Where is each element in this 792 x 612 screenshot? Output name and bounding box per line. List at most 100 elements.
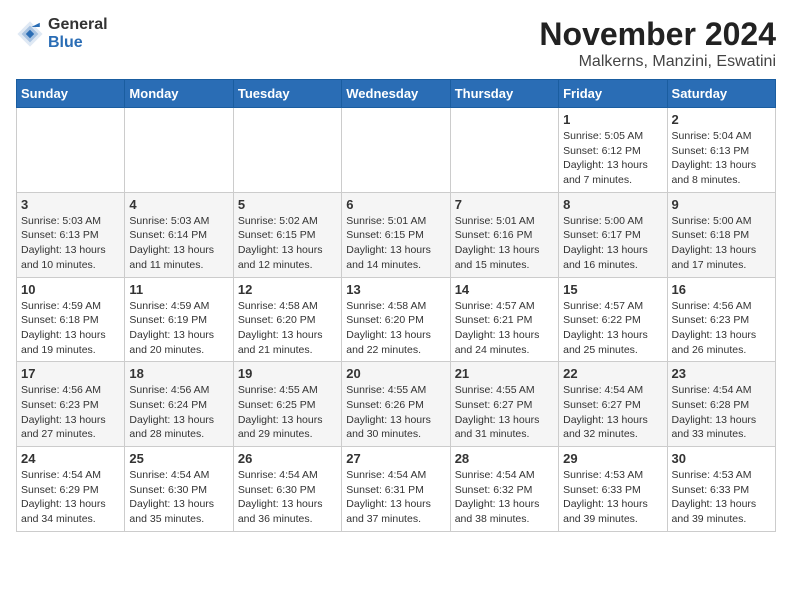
calendar-cell bbox=[450, 108, 558, 193]
cell-sun-info: Sunrise: 5:00 AM Sunset: 6:18 PM Dayligh… bbox=[672, 214, 771, 273]
calendar-cell: 26 Sunrise: 4:54 AM Sunset: 6:30 PM Dayli… bbox=[233, 447, 341, 532]
cell-date-number: 16 bbox=[672, 282, 771, 297]
cell-date-number: 4 bbox=[129, 197, 228, 212]
calendar-body: 1 Sunrise: 5:05 AM Sunset: 6:12 PM Daylig… bbox=[17, 108, 776, 532]
calendar-table: SundayMondayTuesdayWednesdayThursdayFrid… bbox=[16, 79, 776, 532]
calendar-cell: 24Sunrise: 4:54 AM Sunset: 6:29 PM Dayli… bbox=[17, 447, 125, 532]
cell-sun-info: Sunrise: 5:05 AM Sunset: 6:12 PM Dayligh… bbox=[563, 129, 662, 188]
calendar-cell: 8Sunrise: 5:00 AM Sunset: 6:17 PM Daylig… bbox=[559, 192, 667, 277]
calendar-cell: 9 Sunrise: 5:00 AM Sunset: 6:18 PM Daylig… bbox=[667, 192, 775, 277]
cell-date-number: 5 bbox=[238, 197, 337, 212]
cell-date-number: 29 bbox=[563, 451, 662, 466]
calendar-cell: 13 Sunrise: 4:58 AM Sunset: 6:20 PM Dayli… bbox=[342, 277, 450, 362]
weekday-header-thursday: Thursday bbox=[450, 80, 558, 108]
calendar-cell: 5 Sunrise: 5:02 AM Sunset: 6:15 PM Daylig… bbox=[233, 192, 341, 277]
cell-sun-info: Sunrise: 4:54 AM Sunset: 6:30 PM Dayligh… bbox=[238, 468, 337, 527]
cell-sun-info: Sunrise: 5:02 AM Sunset: 6:15 PM Dayligh… bbox=[238, 214, 337, 273]
logo-general-text: General bbox=[48, 16, 108, 34]
cell-date-number: 27 bbox=[346, 451, 445, 466]
calendar-cell: 11 Sunrise: 4:59 AM Sunset: 6:19 PM Dayli… bbox=[125, 277, 233, 362]
logo-icon bbox=[16, 20, 44, 48]
cell-date-number: 7 bbox=[455, 197, 554, 212]
cell-date-number: 24 bbox=[21, 451, 120, 466]
calendar-cell: 21 Sunrise: 4:55 AM Sunset: 6:27 PM Dayli… bbox=[450, 362, 558, 447]
calendar-cell: 10Sunrise: 4:59 AM Sunset: 6:18 PM Dayli… bbox=[17, 277, 125, 362]
calendar-cell: 27 Sunrise: 4:54 AM Sunset: 6:31 PM Dayli… bbox=[342, 447, 450, 532]
cell-sun-info: Sunrise: 4:53 AM Sunset: 6:33 PM Dayligh… bbox=[563, 468, 662, 527]
calendar-cell: 28 Sunrise: 4:54 AM Sunset: 6:32 PM Dayli… bbox=[450, 447, 558, 532]
cell-sun-info: Sunrise: 5:03 AM Sunset: 6:14 PM Dayligh… bbox=[129, 214, 228, 273]
calendar-cell bbox=[342, 108, 450, 193]
calendar-cell: 4 Sunrise: 5:03 AM Sunset: 6:14 PM Daylig… bbox=[125, 192, 233, 277]
calendar-cell: 30Sunrise: 4:53 AM Sunset: 6:33 PM Dayli… bbox=[667, 447, 775, 532]
calendar-week-row: 17Sunrise: 4:56 AM Sunset: 6:23 PM Dayli… bbox=[17, 362, 776, 447]
calendar-cell: 12Sunrise: 4:58 AM Sunset: 6:20 PM Dayli… bbox=[233, 277, 341, 362]
title-section: November 2024 Malkerns, Manzini, Eswatin… bbox=[539, 16, 776, 71]
weekday-header-friday: Friday bbox=[559, 80, 667, 108]
calendar-cell: 15 Sunrise: 4:57 AM Sunset: 6:22 PM Dayli… bbox=[559, 277, 667, 362]
location-subtitle: Malkerns, Manzini, Eswatini bbox=[539, 53, 776, 71]
weekday-header-monday: Monday bbox=[125, 80, 233, 108]
cell-sun-info: Sunrise: 4:56 AM Sunset: 6:24 PM Dayligh… bbox=[129, 383, 228, 442]
cell-sun-info: Sunrise: 4:55 AM Sunset: 6:25 PM Dayligh… bbox=[238, 383, 337, 442]
cell-sun-info: Sunrise: 5:01 AM Sunset: 6:15 PM Dayligh… bbox=[346, 214, 445, 273]
calendar-cell: 1 Sunrise: 5:05 AM Sunset: 6:12 PM Daylig… bbox=[559, 108, 667, 193]
cell-sun-info: Sunrise: 4:58 AM Sunset: 6:20 PM Dayligh… bbox=[346, 299, 445, 358]
cell-sun-info: Sunrise: 4:54 AM Sunset: 6:28 PM Dayligh… bbox=[672, 383, 771, 442]
cell-sun-info: Sunrise: 4:54 AM Sunset: 6:27 PM Dayligh… bbox=[563, 383, 662, 442]
weekday-header-saturday: Saturday bbox=[667, 80, 775, 108]
calendar-cell: 6Sunrise: 5:01 AM Sunset: 6:15 PM Daylig… bbox=[342, 192, 450, 277]
calendar-cell: 23 Sunrise: 4:54 AM Sunset: 6:28 PM Dayli… bbox=[667, 362, 775, 447]
cell-date-number: 17 bbox=[21, 366, 120, 381]
cell-date-number: 21 bbox=[455, 366, 554, 381]
weekday-header-sunday: Sunday bbox=[17, 80, 125, 108]
calendar-cell: 17Sunrise: 4:56 AM Sunset: 6:23 PM Dayli… bbox=[17, 362, 125, 447]
cell-date-number: 10 bbox=[21, 282, 120, 297]
cell-date-number: 18 bbox=[129, 366, 228, 381]
month-year-title: November 2024 bbox=[539, 16, 776, 53]
cell-sun-info: Sunrise: 4:57 AM Sunset: 6:21 PM Dayligh… bbox=[455, 299, 554, 358]
cell-date-number: 11 bbox=[129, 282, 228, 297]
calendar-week-row: 10Sunrise: 4:59 AM Sunset: 6:18 PM Dayli… bbox=[17, 277, 776, 362]
cell-date-number: 26 bbox=[238, 451, 337, 466]
page-header: General Blue November 2024 Malkerns, Man… bbox=[16, 16, 776, 71]
cell-sun-info: Sunrise: 4:55 AM Sunset: 6:26 PM Dayligh… bbox=[346, 383, 445, 442]
calendar-cell: 3Sunrise: 5:03 AM Sunset: 6:13 PM Daylig… bbox=[17, 192, 125, 277]
cell-date-number: 30 bbox=[672, 451, 771, 466]
logo: General Blue bbox=[16, 16, 108, 51]
logo-blue-text: Blue bbox=[48, 34, 108, 52]
calendar-week-row: 24Sunrise: 4:54 AM Sunset: 6:29 PM Dayli… bbox=[17, 447, 776, 532]
calendar-cell bbox=[125, 108, 233, 193]
cell-sun-info: Sunrise: 4:54 AM Sunset: 6:31 PM Dayligh… bbox=[346, 468, 445, 527]
cell-date-number: 22 bbox=[563, 366, 662, 381]
cell-date-number: 8 bbox=[563, 197, 662, 212]
cell-date-number: 19 bbox=[238, 366, 337, 381]
cell-date-number: 28 bbox=[455, 451, 554, 466]
calendar-cell: 18 Sunrise: 4:56 AM Sunset: 6:24 PM Dayli… bbox=[125, 362, 233, 447]
cell-sun-info: Sunrise: 4:54 AM Sunset: 6:32 PM Dayligh… bbox=[455, 468, 554, 527]
cell-sun-info: Sunrise: 4:57 AM Sunset: 6:22 PM Dayligh… bbox=[563, 299, 662, 358]
cell-sun-info: Sunrise: 5:03 AM Sunset: 6:13 PM Dayligh… bbox=[21, 214, 120, 273]
calendar-cell bbox=[233, 108, 341, 193]
cell-date-number: 13 bbox=[346, 282, 445, 297]
cell-date-number: 15 bbox=[563, 282, 662, 297]
cell-date-number: 1 bbox=[563, 112, 662, 127]
cell-sun-info: Sunrise: 5:04 AM Sunset: 6:13 PM Dayligh… bbox=[672, 129, 771, 188]
weekday-header-tuesday: Tuesday bbox=[233, 80, 341, 108]
cell-date-number: 23 bbox=[672, 366, 771, 381]
cell-sun-info: Sunrise: 4:58 AM Sunset: 6:20 PM Dayligh… bbox=[238, 299, 337, 358]
cell-date-number: 14 bbox=[455, 282, 554, 297]
calendar-cell: 14 Sunrise: 4:57 AM Sunset: 6:21 PM Dayli… bbox=[450, 277, 558, 362]
calendar-cell: 20Sunrise: 4:55 AM Sunset: 6:26 PM Dayli… bbox=[342, 362, 450, 447]
cell-date-number: 2 bbox=[672, 112, 771, 127]
calendar-cell: 7Sunrise: 5:01 AM Sunset: 6:16 PM Daylig… bbox=[450, 192, 558, 277]
calendar-cell: 29 Sunrise: 4:53 AM Sunset: 6:33 PM Dayli… bbox=[559, 447, 667, 532]
calendar-cell bbox=[17, 108, 125, 193]
calendar-week-row: 1 Sunrise: 5:05 AM Sunset: 6:12 PM Daylig… bbox=[17, 108, 776, 193]
calendar-cell: 2 Sunrise: 5:04 AM Sunset: 6:13 PM Daylig… bbox=[667, 108, 775, 193]
calendar-week-row: 3Sunrise: 5:03 AM Sunset: 6:13 PM Daylig… bbox=[17, 192, 776, 277]
cell-sun-info: Sunrise: 4:59 AM Sunset: 6:19 PM Dayligh… bbox=[129, 299, 228, 358]
cell-sun-info: Sunrise: 4:55 AM Sunset: 6:27 PM Dayligh… bbox=[455, 383, 554, 442]
weekday-header-row: SundayMondayTuesdayWednesdayThursdayFrid… bbox=[17, 80, 776, 108]
cell-date-number: 9 bbox=[672, 197, 771, 212]
